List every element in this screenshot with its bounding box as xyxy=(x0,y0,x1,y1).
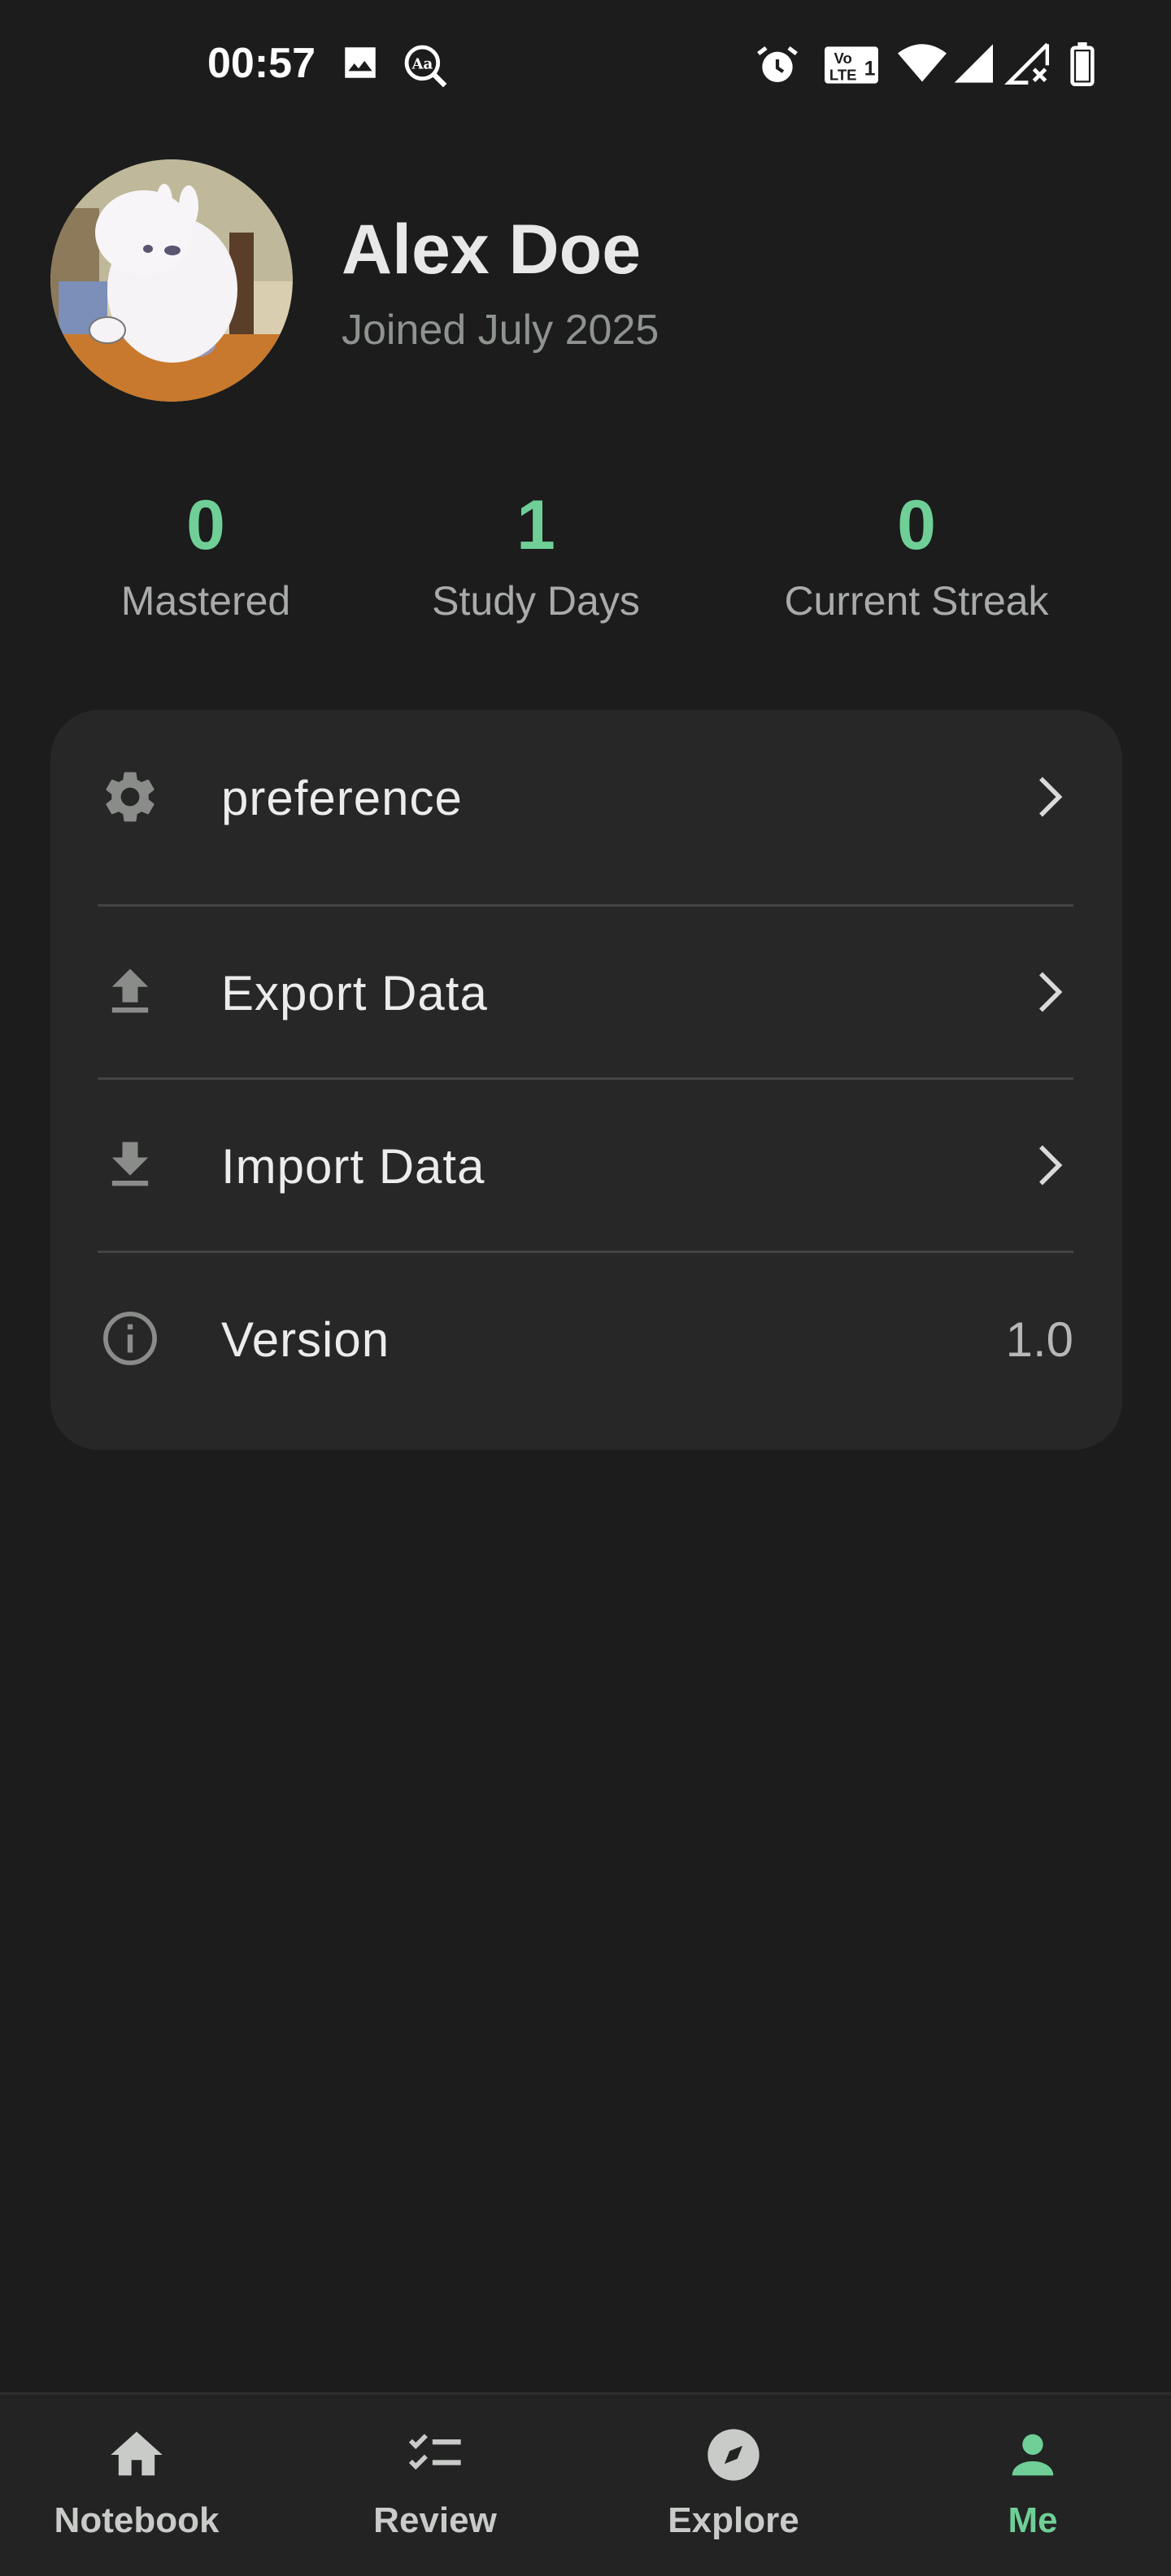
svg-text:1: 1 xyxy=(864,58,876,80)
gear-icon xyxy=(99,766,161,828)
menu-item-label: Version xyxy=(221,1312,390,1367)
upload-icon xyxy=(99,961,161,1023)
stat-study-days: 1 Study Days xyxy=(414,485,658,624)
nav-label: Me xyxy=(1008,2500,1058,2540)
svg-text:Vo: Vo xyxy=(834,50,852,67)
avatar[interactable] xyxy=(50,159,293,402)
battery-icon xyxy=(1069,42,1096,86)
stat-value: 0 xyxy=(186,486,225,564)
version-value: 1.0 xyxy=(1005,1312,1073,1367)
signal-icon xyxy=(950,42,994,85)
chevron-right-icon xyxy=(1025,772,1073,821)
bottom-navigation: Notebook Review Explore Me xyxy=(0,2392,1171,2576)
nav-item-me[interactable]: Me xyxy=(911,2395,1155,2576)
volte-icon: Vo LTE 1 xyxy=(823,44,880,86)
menu-item-export-data[interactable]: Export Data xyxy=(50,905,1122,1079)
stat-mastered: 0 Mastered xyxy=(84,485,328,624)
person-icon xyxy=(1002,2424,1064,2486)
menu-item-label: Import Data xyxy=(221,1139,485,1194)
nav-item-explore[interactable]: Explore xyxy=(612,2395,855,2576)
nav-label: Notebook xyxy=(54,2500,220,2540)
menu-item-import-data[interactable]: Import Data xyxy=(50,1078,1122,1252)
nav-label: Explore xyxy=(668,2500,799,2540)
user-name: Alex Doe xyxy=(342,211,642,289)
checklist-icon xyxy=(404,2424,466,2486)
menu-item-label: preference xyxy=(221,771,463,825)
info-icon xyxy=(99,1308,161,1369)
alarm-icon xyxy=(755,42,800,88)
stat-value: 0 xyxy=(897,486,936,564)
compass-icon xyxy=(703,2424,764,2486)
menu-item-label: Export Data xyxy=(221,966,488,1020)
stat-current-streak: 0 Current Streak xyxy=(754,485,1079,624)
menu-item-preference[interactable]: preference xyxy=(50,710,1122,884)
image-icon xyxy=(340,42,381,83)
signal-no-service-icon xyxy=(1003,42,1049,85)
wifi-icon xyxy=(898,42,947,85)
status-time: 00:57 xyxy=(207,40,316,87)
home-icon xyxy=(106,2424,168,2486)
dictionary-search-icon: Aa xyxy=(402,42,449,89)
stat-label: Current Streak xyxy=(784,578,1049,624)
svg-text:Aa: Aa xyxy=(411,56,433,73)
stat-value: 1 xyxy=(516,486,555,564)
download-icon xyxy=(99,1134,161,1196)
svg-text:LTE: LTE xyxy=(829,67,857,84)
stat-label: Mastered xyxy=(120,578,291,624)
nav-item-review[interactable]: Review xyxy=(313,2395,557,2576)
chevron-right-icon xyxy=(1025,968,1073,1016)
nav-item-notebook[interactable]: Notebook xyxy=(15,2395,259,2576)
status-bar: 00:57 Aa Vo LTE 1 xyxy=(0,0,1171,130)
stat-label: Study Days xyxy=(432,578,640,624)
menu-item-version: Version 1.0 xyxy=(50,1251,1122,1425)
nav-label: Review xyxy=(373,2500,497,2540)
chevron-right-icon xyxy=(1025,1141,1073,1190)
joined-date: Joined July 2025 xyxy=(342,307,660,354)
settings-card: preference Export Data Import Data Versi… xyxy=(50,710,1122,1450)
